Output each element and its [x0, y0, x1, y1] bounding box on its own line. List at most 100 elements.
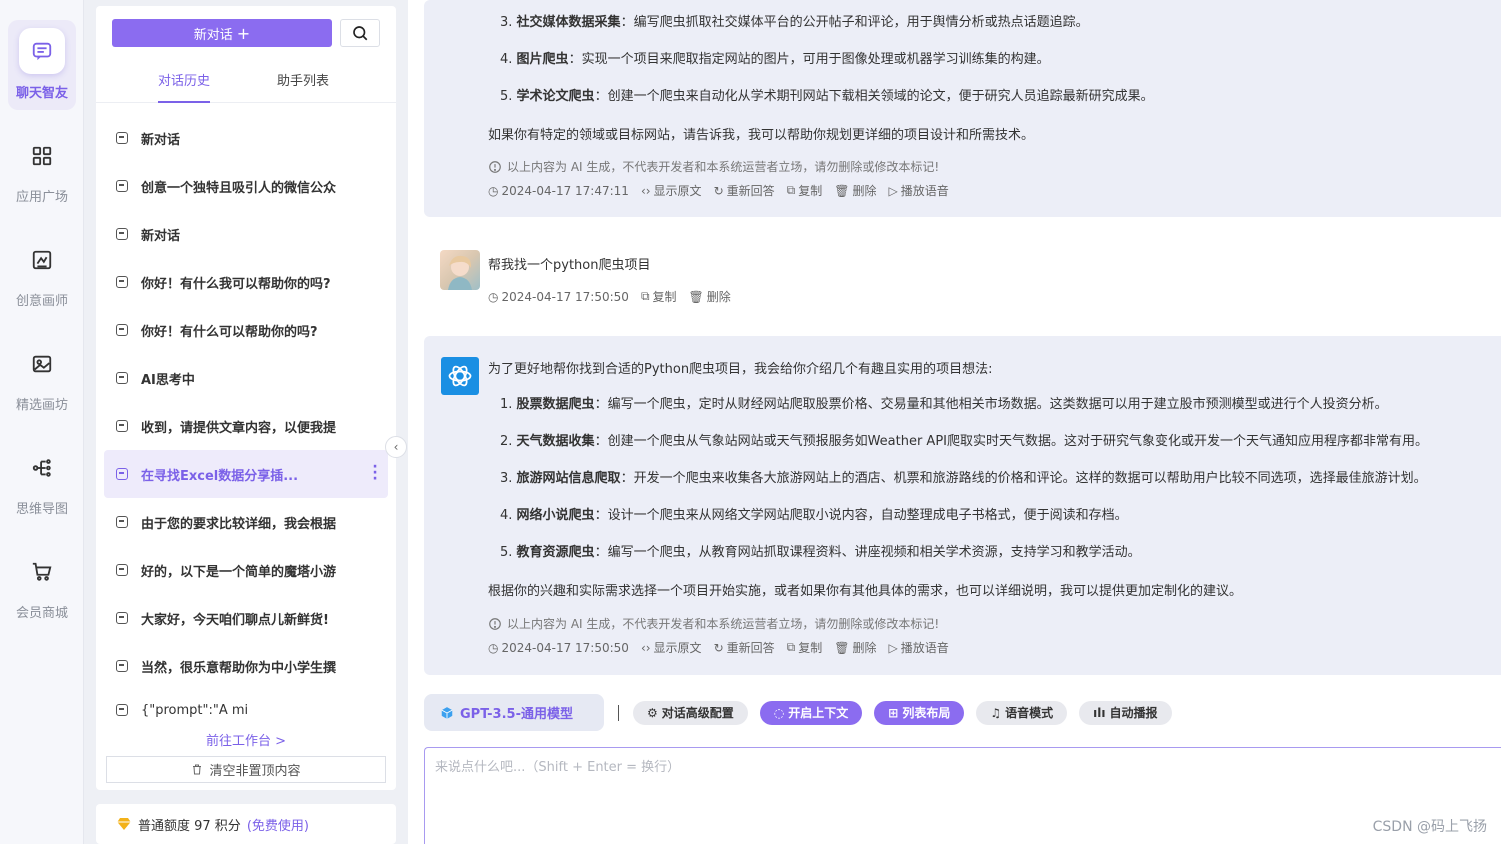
- play-audio-button[interactable]: ▷ 播放语音: [888, 639, 948, 656]
- goto-workspace-link[interactable]: 前往工作台 >: [96, 730, 396, 749]
- nav-item-shop[interactable]: 会员商城: [0, 548, 84, 638]
- nav-item-chat[interactable]: 聊天智友: [8, 20, 76, 110]
- list-item: 4. 图片爬虫：实现一个项目来爬取指定网站的图片，可用于图像处理或机器学习训练集…: [500, 52, 1050, 67]
- chevron-left-icon: ‹: [393, 440, 399, 454]
- auto-play-toggle[interactable]: ılı 自动播报: [1079, 700, 1172, 725]
- refresh-icon: ↻: [713, 183, 724, 198]
- context-toggle[interactable]: ◌ 开启上下文: [759, 700, 863, 725]
- trash-icon: 🗑: [834, 640, 850, 655]
- chat-bubble-icon: [116, 468, 128, 480]
- message-input[interactable]: [425, 748, 1501, 844]
- chat-bubble-icon: [116, 564, 128, 576]
- history-item[interactable]: 你好！有什么可以帮助你的吗?: [104, 306, 388, 354]
- history-item[interactable]: 你好！有什么我可以帮助你的吗?: [104, 258, 388, 306]
- search-button[interactable]: [340, 19, 380, 47]
- trash-icon: 🗑: [834, 183, 850, 198]
- delete-button[interactable]: 🗑 删除: [834, 182, 876, 199]
- draw-icon: [18, 236, 66, 284]
- microphone-icon: ♫: [990, 705, 1002, 720]
- cube-icon: [441, 706, 453, 719]
- list-item: 4. 网络小说爬虫：设计一个爬虫来从网络文学网站爬取小说内容，自动整理成电子书格…: [500, 508, 1128, 523]
- cart-icon: [18, 548, 66, 596]
- ai-list: 1. 股票数据爬虫：编写一个爬虫，定时从财经网站爬取股票价格、交易量和其他相关市…: [500, 394, 1428, 579]
- model-selector[interactable]: GPT-3.5-通用模型: [424, 694, 604, 731]
- play-icon: ▷: [888, 640, 898, 655]
- user-avatar: [440, 250, 480, 290]
- search-icon: [353, 26, 368, 41]
- history-item[interactable]: 新对话: [104, 210, 388, 258]
- history-item[interactable]: 好的，以下是一个简单的魔塔小游: [104, 546, 388, 594]
- clock-icon: ◷: [488, 289, 499, 304]
- chat-bubble-icon: [116, 228, 128, 240]
- more-options-icon[interactable]: · · ·: [372, 460, 378, 486]
- history-item-title: AI思考中: [141, 372, 195, 388]
- tab-assistants[interactable]: 助手列表: [277, 70, 329, 101]
- history-item-title: 你好！有什么可以帮助你的吗?: [141, 324, 318, 340]
- trash-icon: 🗑: [688, 289, 704, 304]
- advanced-config-button[interactable]: ⚙ 对话高级配置: [633, 700, 748, 725]
- nav-label: 应用广场: [15, 190, 68, 205]
- history-item-title: 在寻找Excel数据分享插...: [141, 468, 299, 484]
- chat-bubble-icon: [116, 132, 128, 144]
- history-item[interactable]: 创意一个独特且吸引人的微信公众: [104, 162, 388, 210]
- grid-icon: ⊞: [888, 705, 899, 720]
- voice-mode-toggle[interactable]: ♫ 语音模式: [976, 700, 1068, 725]
- history-item[interactable]: AI思考中: [104, 354, 388, 402]
- quota-bar: 普通额度 97 积分 (免费使用): [96, 804, 396, 844]
- show-raw-button[interactable]: ‹› 显示原文: [641, 639, 702, 656]
- play-icon: ▷: [888, 183, 898, 198]
- copy-button[interactable]: ⧉ 复制: [787, 639, 823, 656]
- timestamp: ◷ 2024-04-17 17:47:11: [488, 183, 629, 198]
- chat-bubble-icon: [116, 516, 128, 528]
- nav-item-gallery[interactable]: 精选画坊: [0, 340, 84, 430]
- model-name: GPT-3.5-通用模型: [460, 707, 573, 722]
- chat-bubble-icon: [116, 704, 128, 716]
- chat-bubble-icon: [116, 180, 128, 192]
- ai-message-meta: ◷ 2024-04-17 17:47:11 ‹› 显示原文 ↻ 重新回答 ⧉ 复制 🗑 删…: [488, 182, 949, 199]
- history-list: 新对话 创意一个独特且吸引人的微信公众 新对话 你好！有什么我可以帮助你的吗? …: [104, 114, 388, 730]
- ai-message: 3. 社交媒体数据采集：编写爬虫抓取社交媒体平台的公开帖子和评论，用于舆情分析或…: [424, 0, 1501, 217]
- quota-paid-link[interactable]: (免费使用): [247, 815, 309, 834]
- delete-button[interactable]: 🗑 删除: [834, 639, 876, 656]
- copy-button[interactable]: ⧉ 复制: [787, 182, 823, 199]
- quota-text: 普通额度 97 积分: [138, 818, 241, 834]
- show-raw-button[interactable]: ‹› 显示原文: [641, 182, 702, 199]
- play-audio-button[interactable]: ▷ 播放语音: [888, 182, 948, 199]
- tab-history[interactable]: 对话历史: [158, 70, 211, 103]
- list-item: 5. 学术论文爬虫：创建一个爬虫来自动化从学术期刊网站下载相关领域的论文，便于研…: [500, 89, 1154, 104]
- mindmap-icon: [18, 444, 66, 492]
- delete-button[interactable]: 🗑 删除: [689, 288, 731, 305]
- clear-history-button[interactable]: 清空非置顶内容: [106, 756, 386, 783]
- nav-item-apps[interactable]: 应用广场: [0, 132, 84, 222]
- history-item-title: 新对话: [141, 132, 181, 148]
- nav-label: 聊天智友: [15, 86, 68, 101]
- history-item-title: 好的，以下是一个简单的魔塔小游: [141, 564, 337, 580]
- timestamp: ◷ 2024-04-17 17:50:50: [488, 640, 629, 655]
- history-item[interactable]: 当然，很乐意帮助你为中小学生撰: [104, 642, 388, 690]
- history-item[interactable]: 收到，请提供文章内容，以便我提: [104, 402, 388, 450]
- plus-icon: +: [236, 23, 251, 43]
- regenerate-button[interactable]: ↻ 重新回答: [714, 182, 775, 199]
- ai-closing-text: 如果你有特定的领域或目标网站，请告诉我，我可以帮助你规划更详细的项目设计和所需技…: [488, 128, 1035, 143]
- clock-icon: ◷: [488, 183, 499, 198]
- nav-item-draw[interactable]: 创意画师: [0, 236, 84, 326]
- chat-bubble-icon: [116, 324, 128, 336]
- history-item-title: 大家好，今天咱们聊点儿新鲜货!: [141, 612, 329, 628]
- nav-label: 思维导图: [15, 502, 68, 517]
- nav-rail: 聊天智友 应用广场 创意画师 精选画坊 思维导图 会员商城: [0, 0, 84, 844]
- regenerate-button[interactable]: ↻ 重新回答: [714, 639, 775, 656]
- history-item[interactable]: 新对话: [104, 114, 388, 162]
- history-item[interactable]: 由于您的要求比较详细，我会根据: [104, 498, 388, 546]
- list-layout-toggle[interactable]: ⊞ 列表布局: [874, 700, 965, 725]
- copy-icon: ⧉: [786, 183, 796, 197]
- history-item-active[interactable]: 在寻找Excel数据分享插... · · ·: [104, 450, 388, 498]
- chat-bubble-icon: [116, 372, 128, 384]
- chat-bubble-icon: [116, 420, 128, 432]
- copy-button[interactable]: ⧉ 复制: [641, 288, 677, 305]
- history-item[interactable]: {"prompt":"A mi: [104, 690, 388, 730]
- nav-item-mindmap[interactable]: 思维导图: [0, 444, 84, 534]
- history-item[interactable]: 大家好，今天咱们聊点儿新鲜货!: [104, 594, 388, 642]
- new-chat-button[interactable]: 新对话 +: [112, 19, 332, 47]
- history-item-title: 你好！有什么我可以帮助你的吗?: [141, 276, 331, 292]
- collapse-sidebar-button[interactable]: ‹: [385, 436, 407, 458]
